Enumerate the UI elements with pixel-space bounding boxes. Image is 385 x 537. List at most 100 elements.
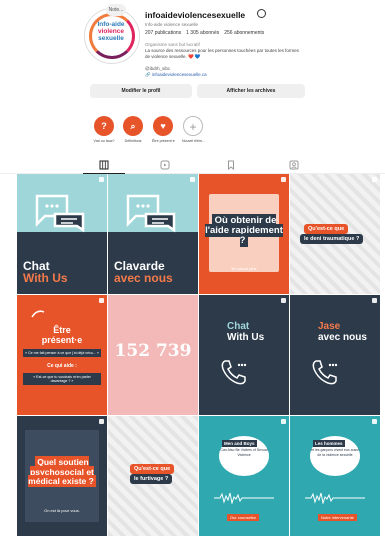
post-tile[interactable]: Les hommes et les garçons vivent eux aus…: [290, 416, 380, 536]
profile-link[interactable]: 🔗 infoaideviolencesexuelle.ca: [145, 72, 207, 78]
profile-stats: 207 publications 1 305 abonnés 256 abonn…: [145, 30, 264, 36]
reels-icon[interactable]: [160, 160, 170, 170]
decorative-stroke-icon: [31, 310, 45, 318]
post-title: Quel soutien psychosocial et médical exi…: [23, 456, 101, 487]
highlight-item[interactable]: ⌕ Définitions: [122, 116, 144, 143]
post-tile[interactable]: Jase avec nous: [290, 295, 380, 415]
post-tile[interactable]: Qu'est-ce que le deni traumatique ?: [290, 174, 380, 294]
phone-icon: [221, 360, 247, 385]
post-title: Être présent·e: [23, 325, 101, 345]
search-icon: ⌕: [130, 121, 136, 131]
profile-display-name: Info-aide violence sexuelle: [145, 22, 199, 27]
carousel-icon: [99, 419, 104, 424]
post-pill: Qu'est-ce que: [304, 224, 349, 234]
highlight-item[interactable]: ? Vrai ou faux?: [93, 116, 115, 143]
post-quote: « Est-ce que tu voudrais m'en parler dav…: [23, 373, 101, 386]
post-tile[interactable]: Être présent·e « Ce me fait penser à ce …: [17, 295, 107, 415]
post-tile[interactable]: Quel soutien psychosocial et médical exi…: [17, 416, 107, 536]
carousel-icon: [372, 419, 377, 424]
post-title: Chat With Us: [23, 260, 68, 284]
post-title-line: présent·e: [41, 335, 83, 345]
post-title-line: With Us: [227, 332, 265, 343]
carousel-icon: [372, 177, 377, 182]
chat-bubble-icon: [35, 194, 85, 233]
post-title-accent: avec nous: [114, 271, 173, 285]
edit-profile-button[interactable]: Modifier le profil: [90, 84, 192, 98]
posts-grid: Chat With Us Clavarde avec nous Où obten…: [17, 174, 382, 537]
highlight-item[interactable]: ♥ Être présent·e: [152, 116, 175, 143]
avatar-logo-text: Info-aide violence sexuelle: [91, 21, 131, 42]
carousel-icon: [190, 177, 195, 182]
avatar-line-2: violence: [97, 28, 124, 35]
following-count[interactable]: 256 abonnements: [224, 30, 264, 36]
highlight-label: Nouvel élém...: [182, 139, 205, 143]
post-footer-badge: Our counsellor: [227, 514, 260, 521]
highlight-label: Être présent·e: [152, 139, 175, 143]
post-heading: Ce qui aide :: [47, 363, 77, 369]
post-title-accent: With Us: [23, 271, 68, 285]
post-pill: le deni traumatique ?: [300, 234, 364, 244]
new-highlight-item[interactable]: + Nouvel élém...: [182, 116, 205, 143]
settings-icon[interactable]: [257, 9, 266, 18]
profile-category: Organisme sans but lucratif: [145, 42, 200, 47]
posts-count[interactable]: 207 publications: [145, 30, 181, 36]
post-note: On est là pour vous.: [44, 508, 80, 513]
post-title: Clavarde avec nous: [114, 260, 173, 284]
highlight-label: Vrai ou faux?: [93, 139, 115, 143]
post-heading: Les hommes: [313, 440, 345, 447]
carousel-icon: [281, 298, 286, 303]
avatar-line-3: sexuelle: [98, 35, 124, 42]
phone-icon: [312, 360, 338, 385]
post-title-line: Être: [53, 325, 71, 335]
post-tile[interactable]: 152 739: [108, 295, 198, 415]
profile-avatar[interactable]: Info-aide violence sexuelle: [84, 8, 140, 64]
highlight-circle: +: [183, 116, 203, 136]
carousel-icon: [372, 298, 377, 303]
post-footer-badge: Notre intervenante: [318, 514, 357, 521]
plus-icon: +: [189, 120, 197, 134]
view-archive-button[interactable]: Afficher les archives: [197, 84, 305, 98]
post-title-line: avec nous: [318, 332, 367, 343]
post-quote: « Ce me fait penser à ce que j'ai déjà v…: [23, 349, 101, 358]
post-tile[interactable]: Où obtenir de l'aide rapidement ? En sav…: [199, 174, 289, 294]
grid-icon[interactable]: [99, 160, 109, 170]
profile-handle[interactable]: @ibdrh_sibc: [145, 66, 170, 71]
post-tile[interactable]: Chat With Us: [17, 174, 107, 294]
carousel-icon: [99, 298, 104, 303]
highlight-circle: ♥: [153, 116, 173, 136]
chat-bubble-icon: [126, 194, 176, 233]
profile-username: infoaideviolencesexuelle: [145, 10, 246, 20]
audio-wave-icon: [214, 492, 274, 504]
carousel-icon: [281, 177, 286, 182]
post-tile[interactable]: Qu'est-ce que le furtivage ?: [108, 416, 198, 536]
audio-wave-icon: [305, 492, 365, 504]
highlight-label: Définitions: [124, 139, 142, 143]
post-tile[interactable]: Men and Boys Can Also Be Victims of Sexu…: [199, 416, 289, 536]
post-title-accent: Jase: [318, 321, 341, 332]
heart-icon: ♥: [160, 121, 166, 131]
post-title: Où obtenir de l'aide rapidement ?: [205, 214, 283, 247]
post-note: En savoir plus: [231, 266, 257, 271]
post-heading: Men and Boys: [222, 440, 257, 447]
profile-bio: La source des ressources pour les person…: [145, 48, 299, 59]
post-statistic: 152 739: [114, 341, 192, 361]
carousel-icon: [281, 419, 286, 424]
post-title-text: Où obtenir de l'aide rapidement ?: [205, 214, 283, 247]
post-tile[interactable]: Chat With Us: [199, 295, 289, 415]
post-title-text: Quel soutien psychosocial et médical exi…: [28, 456, 96, 487]
highlight-circle: ?: [94, 116, 114, 136]
question-icon: ?: [101, 121, 107, 131]
note-bubble[interactable]: Note...: [106, 4, 126, 16]
post-pill: Qu'est-ce que: [130, 464, 175, 474]
post-subtitle: et les garçons vivent eux aussi de la vi…: [311, 448, 359, 457]
followers-count[interactable]: 1 305 abonnés: [186, 30, 219, 36]
carousel-icon: [99, 177, 104, 182]
bookmark-icon[interactable]: [226, 160, 236, 170]
post-title-accent: Chat: [227, 321, 250, 332]
post-title: Jase avec nous: [318, 321, 367, 343]
tagged-icon[interactable]: [289, 160, 299, 170]
post-tile[interactable]: Clavarde avec nous: [108, 174, 198, 294]
post-subtitle: Can Also Be Victims of Sexual Violence: [220, 448, 268, 457]
avatar-line-1: Info-aide: [97, 21, 125, 28]
post-pill: le furtivage ?: [130, 474, 173, 484]
